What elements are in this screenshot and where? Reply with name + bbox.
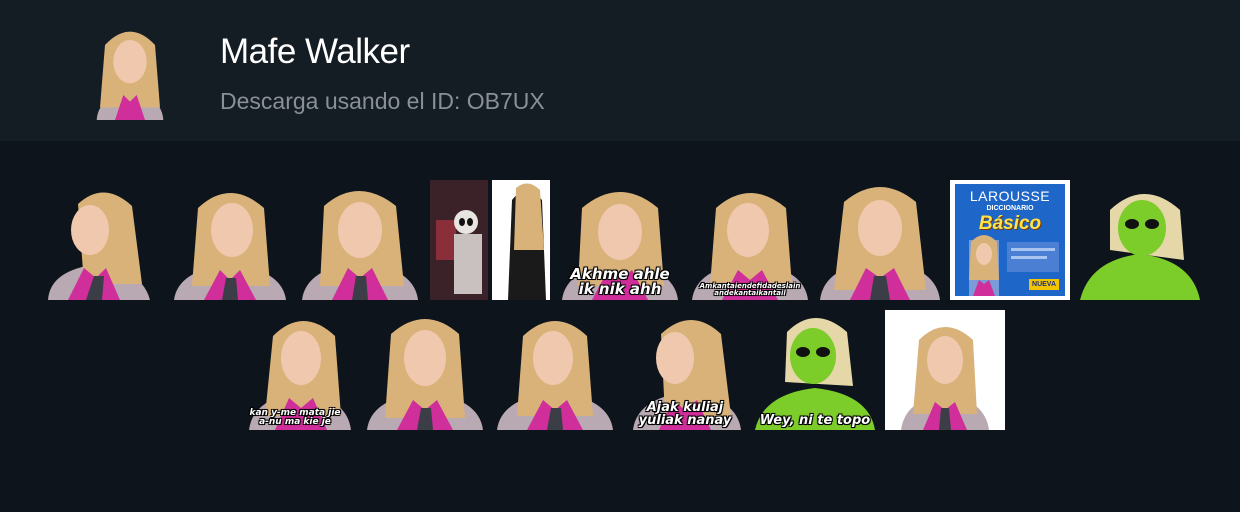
avatar[interactable] (80, 20, 180, 120)
sticker-9[interactable] (1080, 180, 1200, 300)
sticker-caption: Wey, ni te topo (759, 413, 871, 428)
sticker-11[interactable] (365, 310, 485, 430)
download-id-text: Descarga usando el ID: OB7UX (220, 88, 545, 114)
sticker-13[interactable]: Ajak kuliaj yuliak nanay (625, 310, 745, 430)
sticker-2[interactable] (170, 180, 290, 300)
sticker-caption: Akhme ahle ik nik ahh (570, 265, 670, 298)
sticker-caption: Amkantaiendefidadeslain andekantaikantai… (699, 282, 801, 297)
sticker-7[interactable] (820, 180, 940, 300)
sticker-12[interactable] (495, 310, 615, 430)
sticker-caption: Ajak kuliaj yuliak nanay (638, 400, 732, 428)
sticker-1[interactable] (40, 180, 160, 300)
page-title: Mafe Walker (220, 32, 410, 71)
book-badge: NUEVA (1029, 279, 1059, 290)
sticker-8[interactable]: LAROUSSE DICCIONARIO Básico NUEVA (950, 180, 1070, 300)
sticker-6[interactable]: Amkantaiendefidadeslain andekantaikantai… (690, 180, 810, 300)
sticker-caption: kan y-me mata jie a-nu ma kie je (249, 408, 341, 427)
sticker-14[interactable]: Wey, ni te topo (755, 310, 875, 430)
sticker-5[interactable]: Akhme ahle ik nik ahh (560, 180, 680, 300)
sticker-grid: Akhme ahle ik nik ahh Amkantaiendefidade… (0, 141, 1240, 512)
sticker-3[interactable] (300, 180, 420, 300)
header: Mafe Walker Descarga usando el ID: OB7UX (0, 0, 1240, 141)
sticker-4[interactable] (430, 180, 550, 300)
sticker-15[interactable] (885, 310, 1005, 430)
sticker-10[interactable]: kan y-me mata jie a-nu ma kie je (235, 310, 355, 430)
dictionary-cover: LAROUSSE DICCIONARIO Básico NUEVA (955, 184, 1065, 296)
